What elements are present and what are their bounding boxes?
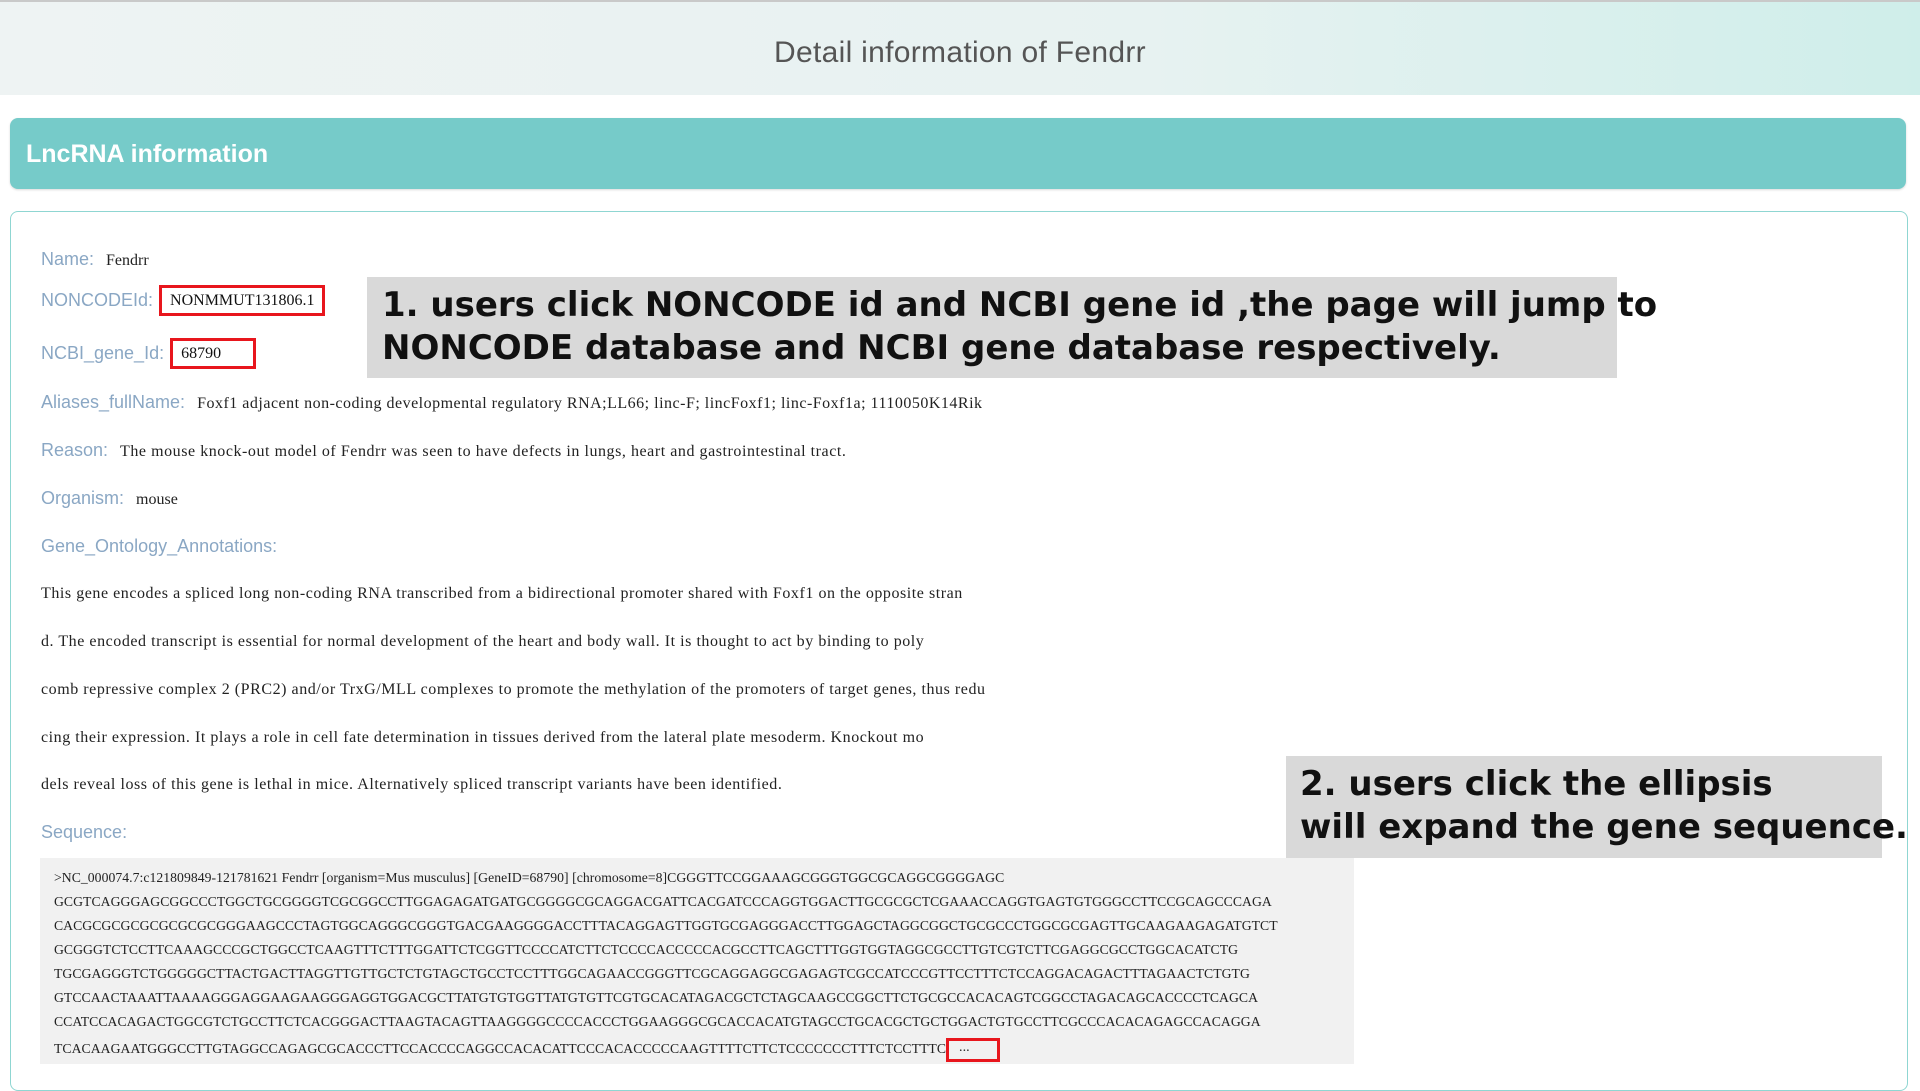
callout-2-line-1: 2. users click the ellipsis <box>1300 764 1773 804</box>
reason-label: Reason: <box>41 440 109 460</box>
sequence-line: CCATCCACAGACTGGCGTCTGCCTTCTCACGGGACTTAAG… <box>54 1014 1261 1029</box>
ncbi-gene-id-link[interactable]: 68790 <box>170 338 257 369</box>
sequence-line: >NC_000074.7:c121809849-121781621 Fendrr… <box>54 870 1005 885</box>
ncbi-row: NCBI_gene_Id: 68790 <box>41 338 257 369</box>
name-label: Name: <box>41 249 95 269</box>
noncode-id-link[interactable]: NONMMUT131806.1 <box>159 285 326 316</box>
sequence-line: GCGGGTCTCCTTCAAAGCCCGCTGGCCTCAAGTTTCTTTG… <box>54 942 1239 957</box>
page-header: Detail information of Fendrr <box>0 0 1920 95</box>
annotation-callout-2: 2. users click the ellipsis will expand … <box>1286 756 1908 858</box>
section-header: LncRNA information <box>10 118 1906 189</box>
noncode-label: NONCODEId: <box>41 290 154 310</box>
page-title: Detail information of Fendrr <box>774 36 1146 69</box>
sequence-line: TGCGAGGGTCTGGGGGCTTACTGACTTAGGTTGTTGCTCT… <box>54 966 1250 981</box>
go-text-line: cing their expression. It plays a role i… <box>41 729 925 746</box>
sequence-label: Sequence: <box>41 822 128 842</box>
noncode-row: NONCODEId: NONMMUT131806.1 <box>41 285 326 316</box>
sequence-box: >NC_000074.7:c121809849-121781621 Fendrr… <box>40 858 1354 1064</box>
go-label: Gene_Ontology_Annotations: <box>41 536 278 556</box>
section-title: LncRNA information <box>26 140 269 168</box>
reason-row: Reason: The mouse knock-out model of Fend… <box>41 440 846 461</box>
annotation-callout-1: 1. users click NONCODE id and NCBI gene … <box>367 277 1658 378</box>
organism-value: mouse <box>136 491 178 508</box>
sequence-line: GCGTCAGGGAGCGGCCCTGGCTGCGGGGTCGCGGCCTTGG… <box>54 894 1272 909</box>
name-row: Name: Fendrr <box>41 249 149 270</box>
ncbi-label: NCBI_gene_Id: <box>41 343 165 363</box>
sequence-line: CACGCGCGCGCGCGCGCGGGAAGCCCTAGTGGCAGGGCGG… <box>54 918 1278 933</box>
sequence-last-text: TCACAAGAATGGGCCTTGTAGGCCAGAGCGCACCCTTCCA… <box>54 1041 947 1056</box>
aliases-label: Aliases_fullName: <box>41 392 186 412</box>
sequence-line-last: TCACAAGAATGGGCCTTGTAGGCCAGAGCGCACCCTTCCA… <box>54 1034 1354 1064</box>
go-row: Gene_Ontology_Annotations: <box>41 536 277 557</box>
sequence-row: Sequence: <box>41 822 127 843</box>
name-value: Fendrr <box>106 252 149 269</box>
sequence-line: GTCCAACTAAATTAAAAGGGAGGAAGAAGGGAGGTGGACG… <box>54 990 1259 1005</box>
go-text-line: d. The encoded transcript is essential f… <box>41 633 925 650</box>
organism-label: Organism: <box>41 488 125 508</box>
reason-value: The mouse knock-out model of Fendrr was … <box>120 443 847 460</box>
callout-2-line-2: will expand the gene sequence. <box>1300 807 1908 847</box>
expand-sequence-ellipsis[interactable]: ... <box>946 1037 1001 1062</box>
aliases-row: Aliases_fullName: Foxf1 adjacent non-codi… <box>41 392 983 413</box>
go-text-line: comb repressive complex 2 (PRC2) and/or … <box>41 681 986 698</box>
aliases-value: Foxf1 adjacent non-coding developmental … <box>197 395 983 412</box>
callout-1-line-1: 1. users click NONCODE id and NCBI gene … <box>382 285 1658 325</box>
organism-row: Organism: mouse <box>41 488 178 509</box>
go-text-line: This gene encodes a spliced long non-cod… <box>41 585 963 602</box>
go-text-line: dels reveal loss of this gene is lethal … <box>41 776 783 793</box>
callout-1-line-2: NONCODE database and NCBI gene database … <box>382 328 1501 368</box>
